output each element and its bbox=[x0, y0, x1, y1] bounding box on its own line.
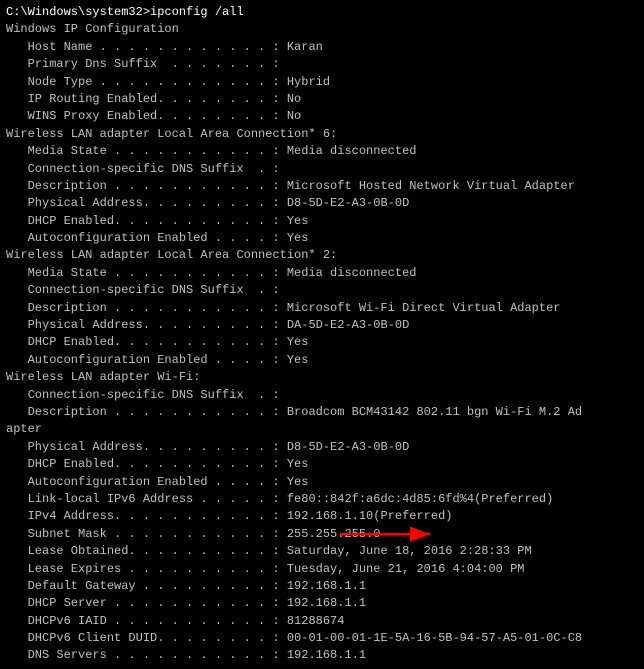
terminal-line: Windows IP Configuration bbox=[6, 21, 638, 38]
terminal-line: Primary Dns Suffix . . . . . . . : bbox=[6, 56, 638, 73]
terminal-line: Description . . . . . . . . . . . : Micr… bbox=[6, 178, 638, 195]
terminal-line: Wireless LAN adapter Local Area Connecti… bbox=[6, 247, 638, 264]
terminal-output: Windows IP Configuration Host Name . . .… bbox=[6, 21, 638, 664]
terminal-line: Wireless LAN adapter Local Area Connecti… bbox=[6, 126, 638, 143]
terminal-line: DHCPv6 Client DUID. . . . . . . . : 00-0… bbox=[6, 630, 638, 647]
terminal-line: IP Routing Enabled. . . . . . . . : No bbox=[6, 91, 638, 108]
terminal-line: Media State . . . . . . . . . . . : Medi… bbox=[6, 143, 638, 160]
terminal-line: Description . . . . . . . . . . . : Micr… bbox=[6, 300, 638, 317]
terminal-line: Media State . . . . . . . . . . . : Medi… bbox=[6, 265, 638, 282]
terminal-line: Lease Expires . . . . . . . . . . : Tues… bbox=[6, 561, 638, 578]
terminal-line: DNS Servers . . . . . . . . . . . : 192.… bbox=[6, 647, 638, 664]
terminal-line: WINS Proxy Enabled. . . . . . . . : No bbox=[6, 108, 638, 125]
terminal-line: Connection-specific DNS Suffix . : bbox=[6, 161, 638, 178]
terminal-line: DHCP Enabled. . . . . . . . . . . : Yes bbox=[6, 456, 638, 473]
terminal-line: Physical Address. . . . . . . . . : DA-5… bbox=[6, 317, 638, 334]
terminal-line: Description . . . . . . . . . . . : Broa… bbox=[6, 404, 638, 421]
terminal-line: Lease Obtained. . . . . . . . . . : Satu… bbox=[6, 543, 638, 560]
terminal-line: Autoconfiguration Enabled . . . . : Yes bbox=[6, 230, 638, 247]
terminal-line: Link-local IPv6 Address . . . . . : fe80… bbox=[6, 491, 638, 508]
terminal-line: Physical Address. . . . . . . . . : D8-5… bbox=[6, 439, 638, 456]
terminal-line: Connection-specific DNS Suffix . : bbox=[6, 282, 638, 299]
terminal-line: DHCP Enabled. . . . . . . . . . . : Yes bbox=[6, 213, 638, 230]
terminal-line: apter bbox=[6, 421, 638, 438]
terminal-line: Subnet Mask . . . . . . . . . . . : 255.… bbox=[6, 526, 638, 543]
terminal-line: Connection-specific DNS Suffix . : bbox=[6, 387, 638, 404]
terminal-line: Physical Address. . . . . . . . . : D8-5… bbox=[6, 195, 638, 212]
terminal-line: Autoconfiguration Enabled . . . . : Yes bbox=[6, 474, 638, 491]
terminal-window: C:\Windows\system32>ipconfig /all Window… bbox=[0, 0, 644, 669]
terminal-line: DHCPv6 IAID . . . . . . . . . . . : 8128… bbox=[6, 613, 638, 630]
terminal-line: Wireless LAN adapter Wi-Fi: bbox=[6, 369, 638, 386]
command-line: C:\Windows\system32>ipconfig /all bbox=[6, 4, 638, 21]
terminal-line: Autoconfiguration Enabled . . . . : Yes bbox=[6, 352, 638, 369]
terminal-line: DHCP Server . . . . . . . . . . . : 192.… bbox=[6, 595, 638, 612]
terminal-line: Node Type . . . . . . . . . . . . : Hybr… bbox=[6, 74, 638, 91]
terminal-line: IPv4 Address. . . . . . . . . . . : 192.… bbox=[6, 508, 638, 525]
terminal-line: Host Name . . . . . . . . . . . . : Kara… bbox=[6, 39, 638, 56]
terminal-line: DHCP Enabled. . . . . . . . . . . : Yes bbox=[6, 334, 638, 351]
